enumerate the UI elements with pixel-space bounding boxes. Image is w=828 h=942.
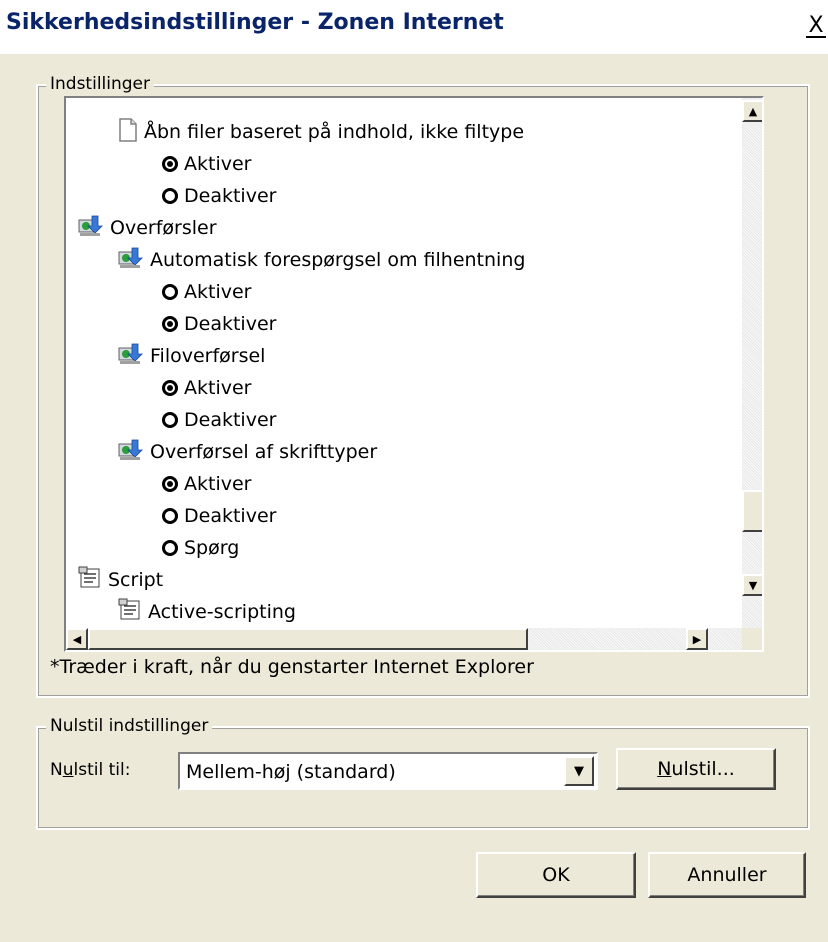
- scroll-right-button[interactable]: ▶: [686, 628, 708, 650]
- tree-item-label: Aktiver: [184, 281, 252, 303]
- settings-group-label: Indstillinger: [46, 74, 155, 94]
- setting-node: Overførsel af skrifttyper: [118, 436, 377, 468]
- security-settings-dialog: Sikkerhedsindstillinger - Zonen Internet…: [0, 0, 828, 942]
- radio-option[interactable]: Aktiver: [162, 468, 251, 500]
- scroll-up-button[interactable]: ▲: [742, 100, 762, 122]
- tree-item-label: Automatisk forespørgsel om filhentning: [150, 249, 526, 271]
- script-icon: [78, 566, 102, 595]
- title-bar[interactable]: Sikkerhedsindstillinger - Zonen Internet…: [0, 0, 828, 54]
- setting-node: Filoverførsel: [118, 340, 265, 372]
- tree-item-label: Deaktiver: [184, 505, 277, 527]
- vertical-scrollbar[interactable]: ▲ ▼: [742, 98, 762, 628]
- vertical-scroll-thumb[interactable]: [742, 490, 762, 532]
- download-icon: [118, 246, 144, 275]
- reset-to-label-post: lstil til:: [73, 760, 131, 780]
- reset-to-label-pre: N: [50, 760, 63, 780]
- dropdown-arrow-button[interactable]: ▼: [564, 756, 594, 786]
- document-icon: [118, 117, 138, 147]
- tree-item-label: Åbn filer baseret på indhold, ikke filty…: [144, 121, 525, 143]
- tree-item-label: Deaktiver: [184, 313, 277, 335]
- tree-item-label: Filoverførsel: [150, 345, 266, 367]
- settings-tree-list[interactable]: Åbn filer baseret på indhold, ikke filty…: [64, 96, 764, 652]
- setting-node: Åbn filer baseret på indhold, ikke filty…: [118, 116, 524, 148]
- radio-checked-icon[interactable]: [162, 476, 178, 492]
- radio-option[interactable]: Aktiver: [162, 148, 251, 180]
- radio-option[interactable]: Deaktiver: [162, 500, 276, 532]
- tree-item-label: Active-scripting: [148, 601, 296, 623]
- radio-unchecked-icon[interactable]: [162, 412, 178, 428]
- tree-item-label: Aktiver: [184, 153, 252, 175]
- radio-unchecked-icon[interactable]: [162, 188, 178, 204]
- tree-item-label: Deaktiver: [184, 185, 277, 207]
- radio-option[interactable]: Aktiver: [162, 276, 251, 308]
- close-button[interactable]: X: [804, 12, 828, 40]
- category-node: Script: [78, 564, 163, 596]
- reset-group-label: Nulstil indstillinger: [46, 716, 213, 736]
- setting-node: Automatisk forespørgsel om filhentning: [118, 244, 525, 276]
- tree-item-label: Deaktiver: [184, 409, 277, 431]
- radio-option[interactable]: Spørg: [162, 532, 239, 564]
- radio-option[interactable]: Deaktiver: [162, 308, 276, 340]
- script-icon: [118, 598, 142, 627]
- tree-item-label: Script: [108, 569, 164, 591]
- reset-level-dropdown[interactable]: Mellem-høj (standard) ▼: [178, 752, 598, 790]
- radio-unchecked-icon[interactable]: [162, 508, 178, 524]
- reset-level-value: Mellem-høj (standard): [186, 761, 396, 783]
- restart-note: *Træder i kraft, når du genstarter Inter…: [50, 656, 534, 678]
- download-icon: [78, 214, 104, 243]
- window-title: Sikkerhedsindstillinger - Zonen Internet: [6, 10, 504, 35]
- reset-to-accelerator: u: [62, 760, 74, 780]
- category-node: Overførsler: [78, 212, 217, 244]
- scrollbar-corner: [742, 628, 762, 650]
- tree-item-label: Aktiver: [184, 377, 252, 399]
- scroll-left-button[interactable]: ◀: [66, 628, 88, 650]
- setting-node: Active-scripting: [118, 596, 296, 628]
- radio-unchecked-icon[interactable]: [162, 540, 178, 556]
- tree-item-label: Overførsler: [110, 217, 217, 239]
- reset-button-accelerator: N: [657, 758, 672, 780]
- radio-checked-icon[interactable]: [162, 156, 178, 172]
- reset-button[interactable]: Nulstil...: [616, 748, 776, 790]
- tree-item-label: Aktiver: [184, 473, 252, 495]
- radio-option[interactable]: Deaktiver: [162, 404, 276, 436]
- horizontal-scroll-thumb[interactable]: [88, 628, 528, 650]
- scroll-down-button[interactable]: ▼: [742, 574, 762, 596]
- horizontal-scrollbar[interactable]: ◀ ▶: [66, 628, 742, 650]
- download-icon: [118, 438, 144, 467]
- cancel-button[interactable]: Annuller: [648, 852, 806, 898]
- settings-tree-viewport: Åbn filer baseret på indhold, ikke filty…: [66, 98, 742, 628]
- radio-option[interactable]: Aktiver: [162, 372, 251, 404]
- radio-checked-icon[interactable]: [162, 380, 178, 396]
- tree-item-label: Overførsel af skrifttyper: [150, 441, 378, 463]
- ok-button[interactable]: OK: [476, 852, 636, 898]
- radio-unchecked-icon[interactable]: [162, 284, 178, 300]
- radio-option[interactable]: Deaktiver: [162, 180, 276, 212]
- reset-to-label: Nulstil til:: [50, 760, 130, 780]
- tree-item-label: Spørg: [184, 537, 240, 559]
- download-icon: [118, 342, 144, 371]
- reset-button-label: ulstil...: [671, 758, 735, 780]
- radio-checked-icon[interactable]: [162, 316, 178, 332]
